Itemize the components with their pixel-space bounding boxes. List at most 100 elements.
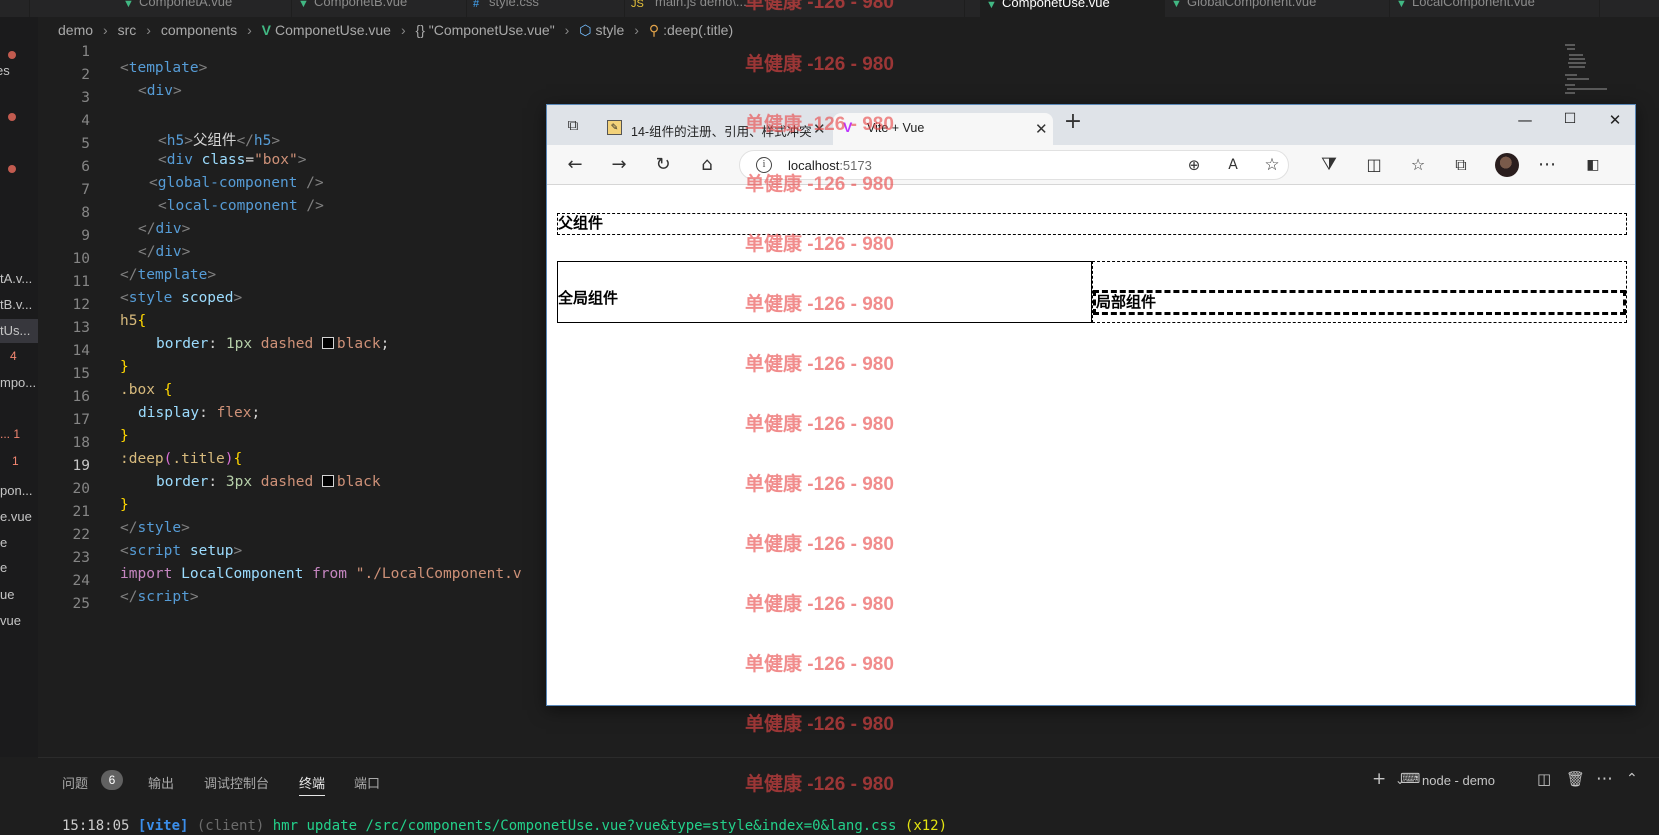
sidebar-toggle-icon[interactable]: ◧	[1579, 154, 1607, 176]
line-number: 16	[72, 389, 90, 405]
editor-tab-globalcomponent[interactable]: ▼ GlobalComponent.vue	[1165, 0, 1390, 17]
editor-tab-style-css[interactable]: # style.css	[467, 0, 625, 17]
line-number: 13	[72, 320, 90, 336]
vue-icon: ▼	[986, 0, 997, 11]
problems-count-badge: 6	[101, 770, 123, 790]
line-number: 18	[72, 435, 90, 451]
new-tab-icon[interactable]: +	[1059, 111, 1087, 133]
line-number: 11	[72, 274, 90, 290]
js-icon: JS	[631, 0, 644, 10]
breadcrumb-item[interactable]: components	[161, 22, 237, 38]
close-tab-icon[interactable]: ✕	[1035, 120, 1048, 138]
explorer-item-error[interactable]: ... 1	[0, 427, 20, 441]
line-number: 1	[81, 44, 90, 60]
editor-tab-componetuse[interactable]: ▼ ComponetUse.vue	[980, 0, 1165, 17]
favorite-star-icon[interactable]: ☆	[1258, 154, 1286, 176]
profile-avatar[interactable]	[1495, 153, 1519, 177]
collections-icon[interactable]: ⧉	[1447, 154, 1475, 176]
add-terminal-icon[interactable]: +	[1372, 769, 1386, 789]
line-number: 17	[72, 412, 90, 428]
tab-actions-icon[interactable]: ⧉	[559, 114, 587, 136]
explorer-item[interactable]: ue	[0, 587, 14, 602]
extensions-icon[interactable]: ⧩	[1315, 154, 1343, 176]
vue-icon: ▼	[123, 0, 134, 10]
local-title: 局部组件	[1093, 290, 1626, 315]
browser-toolbar: ← → ↻ ⌂ i localhost:5173 ⊕ A ☆ ⧩ ◫ ☆ ⧉ ⋯…	[547, 145, 1635, 185]
line-number: 25	[72, 596, 90, 612]
panel-tab-debug-console[interactable]: 调试控制台	[204, 773, 269, 792]
chevron-right-icon: ›	[146, 22, 151, 38]
line-number: 8	[81, 205, 90, 221]
chevron-right-icon: ›	[103, 22, 108, 38]
explorer-item[interactable]: vue	[0, 613, 21, 628]
line-number: 15	[72, 366, 90, 382]
forward-icon[interactable]: →	[605, 154, 633, 176]
explorer-item[interactable]: e	[0, 535, 7, 550]
breadcrumb-item[interactable]: demo	[58, 22, 93, 38]
css-icon: #	[473, 0, 480, 10]
explorer-item[interactable]: mpo...	[0, 375, 36, 390]
watermark: 单健康 -126 - 980	[745, 714, 894, 735]
favorites-icon[interactable]: ☆	[1404, 154, 1432, 176]
line-number: 7	[81, 182, 90, 198]
close-window-icon[interactable]: ✕	[1595, 111, 1635, 129]
read-aloud-icon[interactable]: A	[1219, 154, 1247, 176]
breadcrumb-item[interactable]: {} "ComponetUse.vue"	[416, 22, 555, 38]
line-number: 21	[72, 504, 90, 520]
browser-titlebar: ⧉ ✎ 14-组件的注册、引用、样式冲突 ✕ V Vite + Vue ✕ + …	[547, 105, 1635, 145]
watermark: 单健康 -126 - 980	[745, 414, 894, 435]
editor-tab-localcomponent[interactable]: ▼ LocalComponent.vue	[1390, 0, 1600, 17]
minimize-icon[interactable]: —	[1505, 111, 1545, 129]
modified-dot-icon	[8, 113, 16, 121]
panel-tab-problems[interactable]: 问题	[62, 773, 88, 792]
editor-tab-componetb[interactable]: ▼ ComponetB.vue	[292, 0, 467, 17]
more-icon[interactable]: ⋯	[1533, 154, 1561, 176]
line-number: 12	[72, 297, 90, 313]
line-number: 22	[72, 527, 90, 543]
local-component: 局部组件	[1092, 261, 1627, 323]
explorer-strip: es tA.v... tB.v... tUs... 4 mpo... ... 1…	[0, 17, 38, 757]
chevron-up-icon[interactable]: ⌃	[1626, 771, 1638, 787]
back-icon[interactable]: ←	[561, 154, 589, 176]
selector-icon: ⚲	[648, 22, 660, 38]
trash-icon[interactable]: 🗑	[1566, 770, 1585, 788]
browser-window: ⧉ ✎ 14-组件的注册、引用、样式冲突 ✕ V Vite + Vue ✕ + …	[546, 104, 1636, 706]
explorer-item[interactable]: e.vue	[0, 509, 32, 524]
watermark: 单健康 -126 - 980	[745, 294, 894, 315]
line-number: 24	[72, 573, 90, 589]
chevron-right-icon: ›	[400, 22, 406, 38]
panel-tab-terminal[interactable]: 终端	[299, 773, 326, 796]
home-icon[interactable]: ⌂	[693, 154, 721, 176]
zoom-icon[interactable]: ⊕	[1180, 154, 1208, 176]
split-terminal-icon[interactable]: ◫	[1537, 770, 1551, 788]
watermark: 单健康 -126 - 980	[745, 534, 894, 555]
editor-tab-componeta[interactable]: ▼ ComponetA.vue	[117, 0, 292, 17]
explorer-item[interactable]: e	[0, 560, 7, 575]
modified-dot-icon	[8, 165, 16, 173]
explorer-item[interactable]: tB.v...	[0, 297, 32, 312]
panel-tab-ports[interactable]: 端口	[354, 773, 380, 792]
explorer-item-selected[interactable]: tUs...	[0, 319, 38, 343]
explorer-item[interactable]: pon...	[0, 483, 33, 498]
split-screen-icon[interactable]: ◫	[1360, 154, 1388, 176]
maximize-icon[interactable]: ☐	[1550, 111, 1590, 127]
breadcrumb-item[interactable]: ComponetUse.vue	[275, 22, 391, 38]
breadcrumb-item[interactable]: style	[595, 22, 624, 38]
breadcrumb-item[interactable]: src	[118, 22, 137, 38]
breadcrumb: demo › src › components › V ComponetUse.vue ›…	[58, 22, 737, 42]
chevron-right-icon: ›	[564, 22, 570, 38]
line-number: 5	[81, 136, 90, 152]
watermark: 单健康 -126 - 980	[745, 474, 894, 495]
breadcrumb-item[interactable]: :deep(.title)	[663, 22, 733, 38]
line-number: 23	[72, 550, 90, 566]
explorer-badge: 1	[12, 454, 19, 468]
editor-tab-partial[interactable]: ▼	[0, 0, 30, 17]
vue-icon: ▼	[1171, 0, 1182, 10]
more-icon[interactable]: ⋯	[1596, 769, 1613, 789]
refresh-icon[interactable]: ↻	[649, 154, 677, 176]
panel-tab-output[interactable]: 输出	[148, 773, 174, 792]
explorer-item[interactable]: tA.v...	[0, 271, 32, 286]
minimap[interactable]	[1565, 44, 1625, 96]
line-number: 6	[81, 159, 90, 175]
terminal-name[interactable]: node - demo	[1422, 773, 1495, 788]
